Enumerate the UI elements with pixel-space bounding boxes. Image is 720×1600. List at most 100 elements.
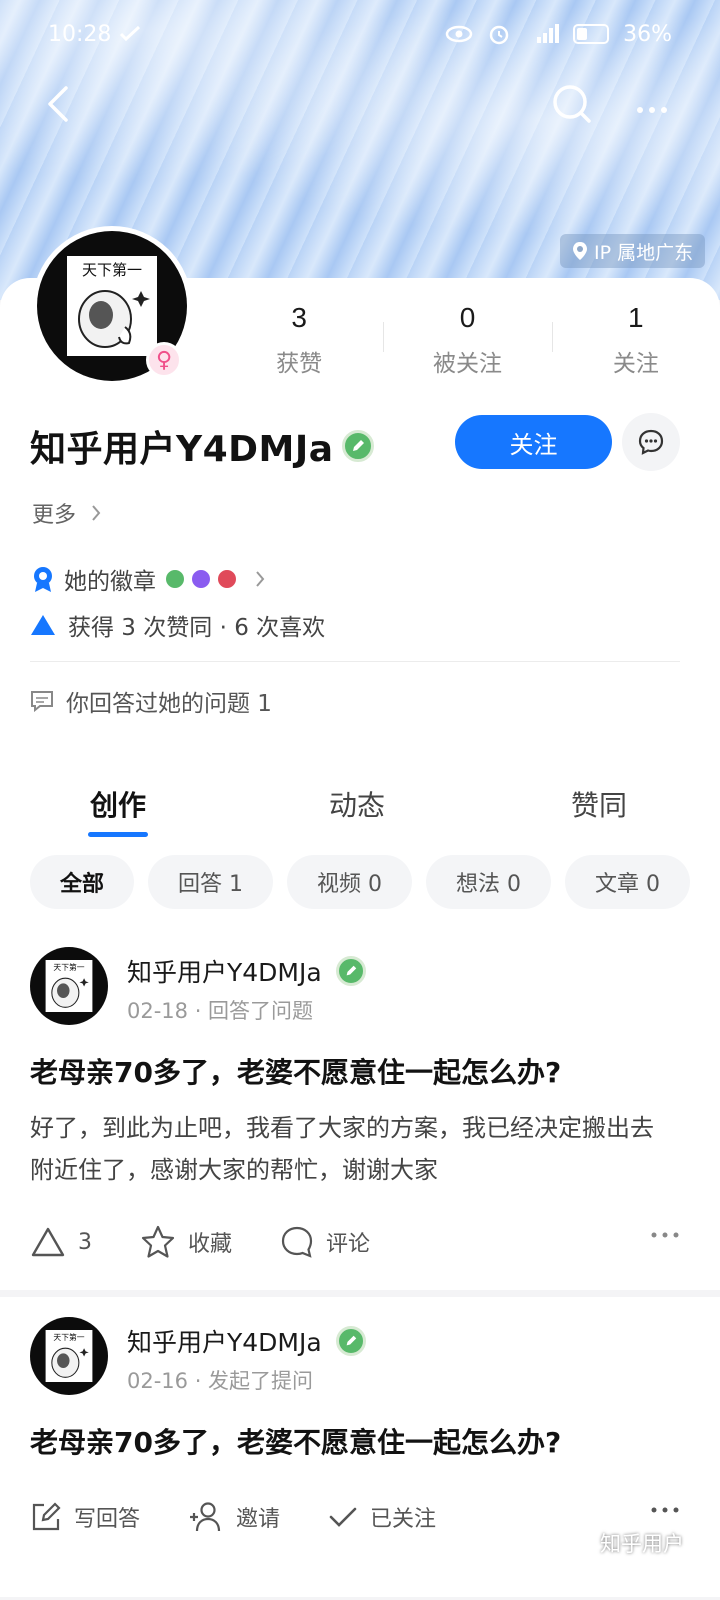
feed-author-name: 知乎用户Y4DMJa: [127, 1328, 322, 1357]
feed-author-row[interactable]: 知乎用户Y4DMJa: [127, 1323, 366, 1359]
female-gender-icon: ♀: [146, 342, 182, 378]
ip-location-text: IP 属地广东: [594, 241, 694, 264]
tab-creations[interactable]: 创作: [0, 760, 236, 840]
verified-pencil-icon[interactable]: [341, 430, 374, 462]
upvote-outline-icon: [31, 1227, 65, 1257]
cell-signal-icon: [537, 24, 560, 43]
stat-following[interactable]: 1 关注: [551, 300, 720, 390]
write-answer-button[interactable]: 写回答: [30, 1501, 140, 1533]
invite-label: 邀请: [236, 1507, 281, 1532]
feed-question-title[interactable]: 老母亲70多了，老婆不愿意住一起怎么办?: [30, 1421, 690, 1461]
ellipsis-icon: [651, 1232, 679, 1238]
search-icon: [553, 85, 591, 123]
top-nav: [0, 72, 720, 136]
badges-label: 她的徽章: [64, 569, 156, 595]
profile-stats: 3 获赞 0 被关注 1 关注: [215, 300, 720, 390]
feed-meta: 02-16 · 发起了提问: [127, 1369, 314, 1393]
verified-pencil-icon: [335, 1326, 366, 1356]
badge-purple-icon: [190, 568, 212, 590]
stat-likes-value: 3: [291, 302, 307, 333]
avatar-caption: 天下第一: [53, 962, 84, 972]
feed-question-title[interactable]: 老母亲70多了，老婆不愿意住一起怎么办?: [30, 1051, 690, 1091]
signal-sync-icon: [120, 25, 141, 42]
stat-followers-value: 0: [459, 302, 476, 333]
badge-red-icon: [216, 568, 238, 590]
upvote-triangle-icon: [31, 615, 55, 635]
avatar-caption: 天下第一: [53, 1332, 84, 1342]
likes-summary-row: 获得 3 次赞同 · 6 次喜欢: [30, 608, 325, 642]
message-button[interactable]: [622, 413, 680, 471]
comment-bubble-icon: [281, 1226, 313, 1258]
favorite-label: 收藏: [188, 1232, 233, 1257]
write-answer-label: 写回答: [74, 1507, 141, 1532]
filter-articles[interactable]: 文章 0: [565, 855, 691, 909]
edit-square-icon: [32, 1502, 61, 1531]
username: 知乎用户Y4DMJa: [30, 429, 334, 470]
active-tab-indicator: [88, 832, 148, 837]
feed-more-button[interactable]: [650, 1500, 680, 1519]
answered-question-text: 你回答过她的问题 1: [66, 691, 272, 717]
alarm-icon: [489, 25, 509, 45]
watermark: 知乎用户: [600, 1532, 684, 1556]
followed-question-button[interactable]: 已关注: [328, 1501, 436, 1533]
avatar-caption: 天下第一: [82, 261, 142, 279]
username-row: 知乎用户Y4DMJa: [30, 420, 374, 472]
likes-summary-text: 获得 3 次赞同 · 6 次喜欢: [68, 615, 326, 641]
back-button[interactable]: [36, 80, 84, 128]
comment-button[interactable]: 评论: [280, 1225, 370, 1259]
filter-videos[interactable]: 视频 0: [287, 855, 413, 909]
filter-answers[interactable]: 回答 1: [148, 855, 274, 909]
upvote-button[interactable]: 3: [30, 1226, 92, 1258]
ellipsis-icon: [651, 1507, 679, 1513]
status-time: 10:28: [48, 21, 112, 47]
stat-followers-label: 被关注: [432, 351, 502, 377]
feed-author-avatar[interactable]: 天下第一: [30, 947, 108, 1025]
verified-pencil-icon: [335, 956, 366, 986]
location-pin-icon: [573, 242, 587, 260]
favorite-button[interactable]: 收藏: [140, 1225, 232, 1259]
answered-question-row[interactable]: 你回答过她的问题 1: [30, 684, 272, 718]
feed-answer-excerpt[interactable]: 好了，到此为止吧，我看了大家的方案，我已经决定搬出去附近住了，感谢大家的帮忙，谢…: [30, 1107, 670, 1191]
followed-label: 已关注: [370, 1507, 437, 1532]
more-profile-link[interactable]: 更多: [32, 497, 102, 529]
back-arrow-icon: [48, 86, 68, 122]
feed-more-button[interactable]: [650, 1225, 680, 1244]
feed-author-avatar[interactable]: 天下第一: [30, 1317, 108, 1395]
eye-icon: [445, 25, 473, 43]
checkmark-icon: [329, 1507, 357, 1527]
comment-label: 评论: [326, 1232, 371, 1257]
more-options-button[interactable]: [628, 80, 676, 128]
ellipsis-icon: [637, 107, 667, 113]
battery-icon: [573, 24, 610, 44]
content-tabs: 创作 动态 赞同: [0, 760, 720, 840]
follow-button[interactable]: 关注: [455, 415, 612, 469]
stat-likes[interactable]: 3 获赞: [215, 300, 383, 390]
tab-activity[interactable]: 动态: [236, 760, 478, 840]
chevron-right-icon: [256, 571, 265, 587]
chevron-right-icon: [92, 505, 101, 521]
tab-upvoted[interactable]: 赞同: [478, 760, 720, 840]
comment-box-icon: [31, 691, 53, 712]
card-divider: [30, 661, 680, 662]
ip-location-tag: IP 属地广东: [560, 234, 706, 268]
feed-item-answer[interactable]: 天下第一 知乎用户Y4DMJa 02-18 · 回答了问题 老母亲70多了，老婆…: [0, 927, 720, 1287]
avatar-meme-image: 天下第一: [45, 960, 93, 1012]
feed-author-name: 知乎用户Y4DMJa: [127, 958, 322, 987]
chat-bubble-icon: [638, 429, 664, 455]
stat-likes-label: 获赞: [276, 351, 323, 377]
filter-all[interactable]: 全部: [30, 855, 135, 909]
stat-following-value: 1: [628, 302, 644, 333]
badge-ribbon-icon: [34, 567, 52, 592]
avatar-meme-image: 天下第一: [45, 1330, 93, 1382]
upvote-count: 3: [78, 1229, 92, 1255]
invite-button[interactable]: 邀请: [188, 1501, 280, 1533]
filter-chips: 全部 回答 1 视频 0 想法 0 文章 0: [30, 855, 691, 909]
badges-row[interactable]: 她的徽章: [30, 562, 266, 596]
search-button[interactable]: [548, 80, 596, 128]
stat-followers[interactable]: 0 被关注: [383, 300, 551, 390]
stat-following-label: 关注: [612, 351, 659, 377]
feed-action-bar: 写回答 邀请 已关注: [30, 1492, 680, 1542]
feed-author-row[interactable]: 知乎用户Y4DMJa: [127, 953, 366, 989]
filter-thoughts[interactable]: 想法 0: [426, 855, 552, 909]
more-label: 更多: [32, 503, 77, 528]
